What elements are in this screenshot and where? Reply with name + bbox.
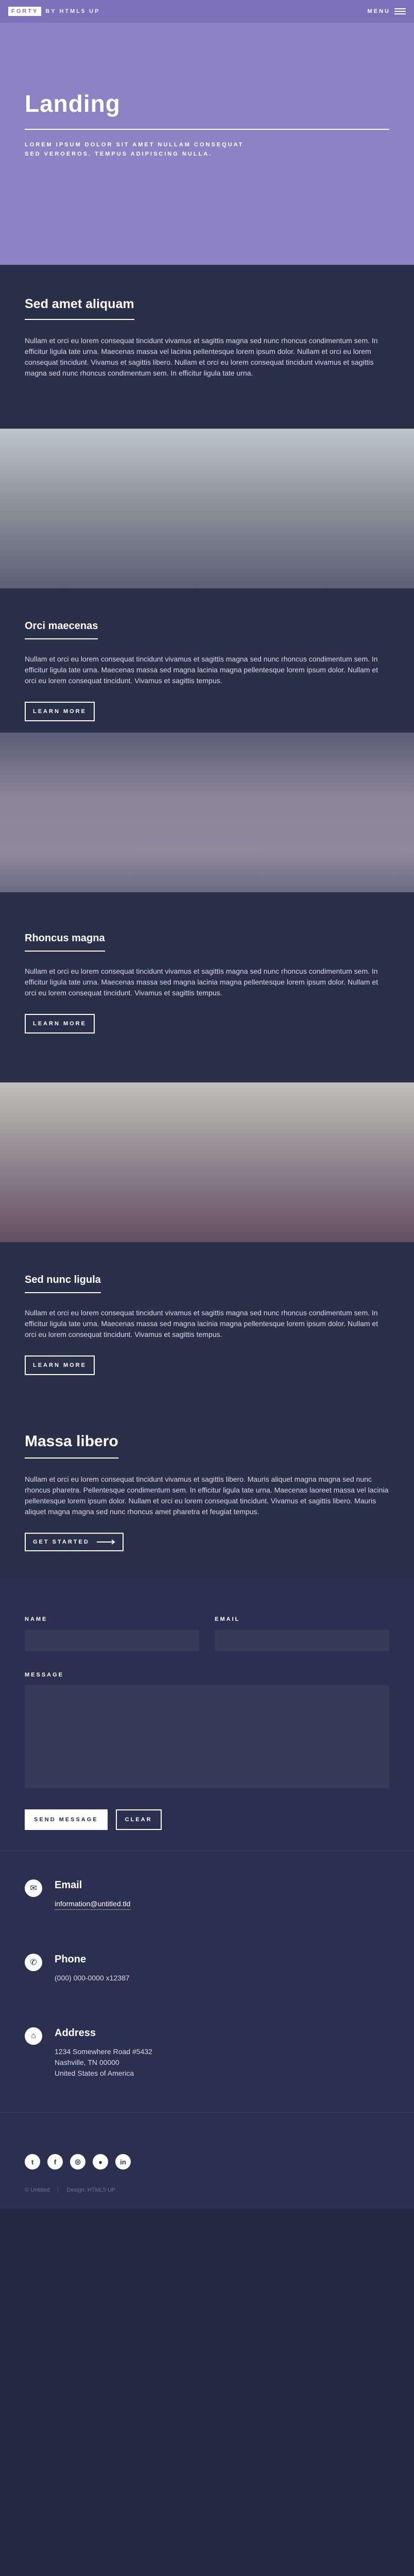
- email-link[interactable]: information@untitled.tld: [55, 1899, 131, 1910]
- spotlight-image-1: [0, 429, 414, 588]
- intro-title: Sed amet aliquam: [25, 297, 134, 320]
- facebook-icon[interactable]: f: [47, 2154, 63, 2170]
- email-label: EMAIL: [215, 1616, 240, 1622]
- copyright-text: © Untitled: [25, 2187, 50, 2193]
- logo[interactable]: FORTY BY HTML5 UP: [8, 7, 100, 16]
- logo-byline: BY HTML5 UP: [45, 8, 100, 14]
- massa-section: Massa libero Nullam et orci eu lorem con…: [0, 1402, 414, 1580]
- github-icon[interactable]: ●: [93, 2154, 108, 2170]
- get-started-button[interactable]: GET STARTED: [25, 1533, 124, 1551]
- intro-body: Nullam et orci eu lorem consequat tincid…: [25, 336, 378, 377]
- contact-info: ✉ Email information@untitled.tld ✆ Phone…: [0, 1851, 414, 2112]
- design-credit: Design: HTML5 UP: [58, 2187, 115, 2193]
- home-icon: ⌂: [25, 2027, 42, 2045]
- contact-email: ✉ Email information@untitled.tld: [25, 1867, 389, 1923]
- name-label: NAME: [25, 1616, 48, 1622]
- address-title: Address: [55, 2027, 96, 2039]
- spotlight-body: Nullam et orci eu lorem consequat tincid…: [25, 967, 378, 997]
- clear-button[interactable]: CLEAR: [115, 1809, 162, 1830]
- menu-toggle[interactable]: MENU: [368, 8, 406, 14]
- contact-phone: ✆ Phone (000) 000-0000 x12387: [25, 1923, 389, 1996]
- learn-more-button[interactable]: LEARN MORE: [25, 1014, 95, 1033]
- get-started-label: GET STARTED: [33, 1539, 90, 1545]
- massa-title: Massa libero: [25, 1433, 118, 1459]
- spotlight-3: Sed nunc ligula Nullam et orci eu lorem …: [0, 1242, 414, 1402]
- email-title: Email: [55, 1879, 82, 1891]
- banner-subtitle: LOREM IPSUM DOLOR SIT AMET NULLAM CONSEQ…: [25, 140, 389, 159]
- learn-more-button[interactable]: LEARN MORE: [25, 1355, 95, 1375]
- copyright: © Untitled Design: HTML5 UP: [25, 2187, 389, 2193]
- spotlight-body: Nullam et orci eu lorem consequat tincid…: [25, 1309, 378, 1338]
- banner-subtitle-line-2: SED VEROEROS. TEMPUS ADIPISCING NULLA.: [25, 151, 213, 157]
- logo-mark: FORTY: [8, 7, 42, 16]
- massa-body: Nullam et orci eu lorem consequat tincid…: [25, 1475, 389, 1516]
- site-header: FORTY BY HTML5 UP MENU: [0, 0, 414, 23]
- name-field[interactable]: [25, 1630, 199, 1651]
- contact-form: NAME EMAIL MESSAGE SEND MESSAGE CLEAR: [0, 1580, 414, 1851]
- phone-icon: ✆: [25, 1954, 42, 1971]
- spotlight-title: Sed nunc ligula: [25, 1274, 101, 1293]
- linkedin-icon[interactable]: in: [115, 2154, 131, 2170]
- banner: Landing LOREM IPSUM DOLOR SIT AMET NULLA…: [0, 23, 414, 265]
- banner-title: Landing: [25, 90, 389, 130]
- arrow-right-icon: [96, 1539, 115, 1545]
- spotlight-1: Orci maecenas Nullam et orci eu lorem co…: [0, 588, 414, 733]
- social-links: t f ◎ ● in: [25, 2154, 389, 2170]
- contact-address: ⌂ Address 1234 Somewhere Road #5432 Nash…: [25, 1996, 389, 2092]
- spotlight-image-2: [0, 733, 414, 892]
- phone-value: (000) 000-0000 x12387: [55, 1974, 130, 1982]
- address-line-1: 1234 Somewhere Road #5432: [55, 2047, 152, 2056]
- phone-title: Phone: [55, 1954, 87, 1965]
- spotlight-title: Rhoncus magna: [25, 933, 105, 952]
- send-message-button[interactable]: SEND MESSAGE: [25, 1809, 108, 1830]
- email-field[interactable]: [215, 1630, 389, 1651]
- spotlight-title: Orci maecenas: [25, 620, 98, 639]
- address-line-2: Nashville, TN 00000: [55, 2058, 119, 2066]
- site-footer: t f ◎ ● in © Untitled Design: HTML5 UP: [0, 2112, 414, 2209]
- message-label: MESSAGE: [25, 1672, 64, 1678]
- address-line-3: United States of America: [55, 2069, 134, 2077]
- banner-subtitle-line-1: LOREM IPSUM DOLOR SIT AMET NULLAM CONSEQ…: [25, 142, 244, 148]
- spotlight-body: Nullam et orci eu lorem consequat tincid…: [25, 655, 378, 685]
- menu-label: MENU: [367, 8, 390, 14]
- instagram-icon[interactable]: ◎: [70, 2154, 85, 2170]
- envelope-icon: ✉: [25, 1879, 42, 1897]
- hamburger-icon: [394, 8, 406, 14]
- message-field[interactable]: [25, 1685, 389, 1788]
- learn-more-button[interactable]: LEARN MORE: [25, 702, 95, 721]
- twitter-icon[interactable]: t: [25, 2154, 40, 2170]
- intro-section: Sed amet aliquam Nullam et orci eu lorem…: [0, 265, 414, 429]
- spotlight-2: Rhoncus magna Nullam et orci eu lorem co…: [0, 892, 414, 1082]
- spotlight-image-3: [0, 1082, 414, 1242]
